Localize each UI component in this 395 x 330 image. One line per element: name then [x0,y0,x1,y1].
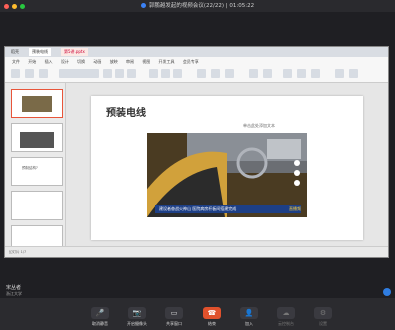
presenter-chip: 宋丛者 浙江大学 [6,284,22,297]
cloud-console-button[interactable]: ☁ 云控制台 [266,307,306,327]
cut-icon[interactable] [25,69,34,78]
thumb-image [22,96,52,112]
thumbnail-1[interactable] [11,89,63,118]
presenter-name: 宋丛者 [6,285,22,291]
new-slide-icon[interactable] [39,69,48,78]
meeting-title: 郭鹏越发起的视频会议(22/22) | 01:05:22 [0,1,395,11]
microphone-icon: 🎤 [91,307,109,319]
end-button[interactable]: ☎ 结束 [192,307,232,327]
slide-video[interactable]: 建设者奋战火神山 医院病房杆板间搭建完成 直播频 [147,133,307,217]
slide-counter: 幻灯片 1/7 [9,250,27,254]
presenter-org: 浙江大学 [6,291,22,296]
phone-hangup-icon: ☎ [203,307,221,319]
slide-canvas: 预装电线 单击此处添加文本 建设者奋战火神山 医院病房杆板间搭建完成 直播频 [66,83,388,249]
thumbnail-4[interactable] [11,191,63,220]
camera-button[interactable]: 📷 开启摄像头 [117,307,157,327]
menu-transition[interactable]: 切换 [77,59,85,64]
share-window-button[interactable]: ▭ 共享窗口 [154,307,194,327]
menu-slideshow[interactable]: 放映 [110,59,118,64]
find-icon[interactable] [249,69,258,78]
person-add-icon: 👤 [240,307,258,319]
join-button[interactable]: 👤 加入 [229,307,269,327]
tab-pptx[interactable]: 第5讲.pptx [61,48,88,56]
more-icon[interactable] [349,69,358,78]
bullets-icon[interactable] [173,69,182,78]
select-icon[interactable] [263,69,272,78]
tab-document[interactable]: 预装电线 [29,48,51,56]
picture-icon[interactable] [225,69,234,78]
share-icon: ▭ [165,307,183,319]
meeting-titlebar: 郭鹏越发起的视频会议(22/22) | 01:05:22 [0,0,395,12]
video-caption: 建设者奋战火神山 医院病房杆板间搭建完成 [155,205,301,213]
thumbnail-2[interactable] [11,123,63,152]
shape-icon[interactable] [211,69,220,78]
cloud-icon: ☁ [277,307,295,319]
menu-insert[interactable]: 插入 [45,59,53,64]
align-center-icon[interactable] [161,69,170,78]
slide-title: 预装电线 [106,108,146,119]
tab-docer[interactable]: 稻壳 [8,48,22,56]
meeting-controls: 🎤 取消静音 📷 开启摄像头 ▭ 共享窗口 ☎ 结束 👤 加入 ☁ 云控制台 ⚙… [0,298,395,330]
arrange-icon[interactable] [283,69,292,78]
video-channel-tag: 直播频 [289,206,301,211]
current-slide[interactable]: 预装电线 单击此处添加文本 建设者奋战火神山 医院病房杆板间搭建完成 直播频 [91,96,363,240]
settings-button[interactable]: ⚙ 设置 [303,307,343,327]
ribbon-toolbar [5,66,388,83]
menu-design[interactable]: 设计 [61,59,69,64]
menu-view[interactable]: 视图 [142,59,150,64]
bold-icon[interactable] [103,69,112,78]
camera-icon: 📷 [128,307,146,319]
thumb-text: 预制结构? [22,166,38,170]
gear-icon: ⚙ [314,307,332,319]
chat-bubble-icon[interactable] [383,288,391,296]
outline-icon[interactable] [311,69,320,78]
menu-review[interactable]: 审阅 [126,59,134,64]
font-select[interactable] [59,69,99,78]
ppt-tabstrip: 稻壳 预装电线 第5讲.pptx [5,47,388,57]
play-slideshow-icon[interactable] [335,69,344,78]
menu-file[interactable]: 文件 [12,59,20,64]
textbox-icon[interactable] [197,69,206,78]
paste-icon[interactable] [11,69,20,78]
italic-icon[interactable] [115,69,124,78]
fill-icon[interactable] [297,69,306,78]
align-left-icon[interactable] [149,69,158,78]
menu-developer[interactable]: 开发工具 [159,59,175,64]
menu-member[interactable]: 会员专享 [183,59,199,64]
unmute-button[interactable]: 🎤 取消静音 [80,307,120,327]
menu-home[interactable]: 开始 [28,59,36,64]
thumb-image [20,132,54,148]
ppt-statusbar: 幻灯片 1/7 [5,246,388,257]
meeting-icon [140,3,146,8]
slide-bullet: 单击此处添加文本 [243,123,275,128]
shared-screen: 稻壳 预装电线 第5讲.pptx 文件 开始 插入 设计 切换 动画 放映 审阅… [4,46,389,258]
slide-thumbnails: 预制结构? [5,83,66,254]
underline-icon[interactable] [127,69,136,78]
menu-animation[interactable]: 动画 [93,59,101,64]
thumbnail-3[interactable]: 预制结构? [11,157,63,186]
